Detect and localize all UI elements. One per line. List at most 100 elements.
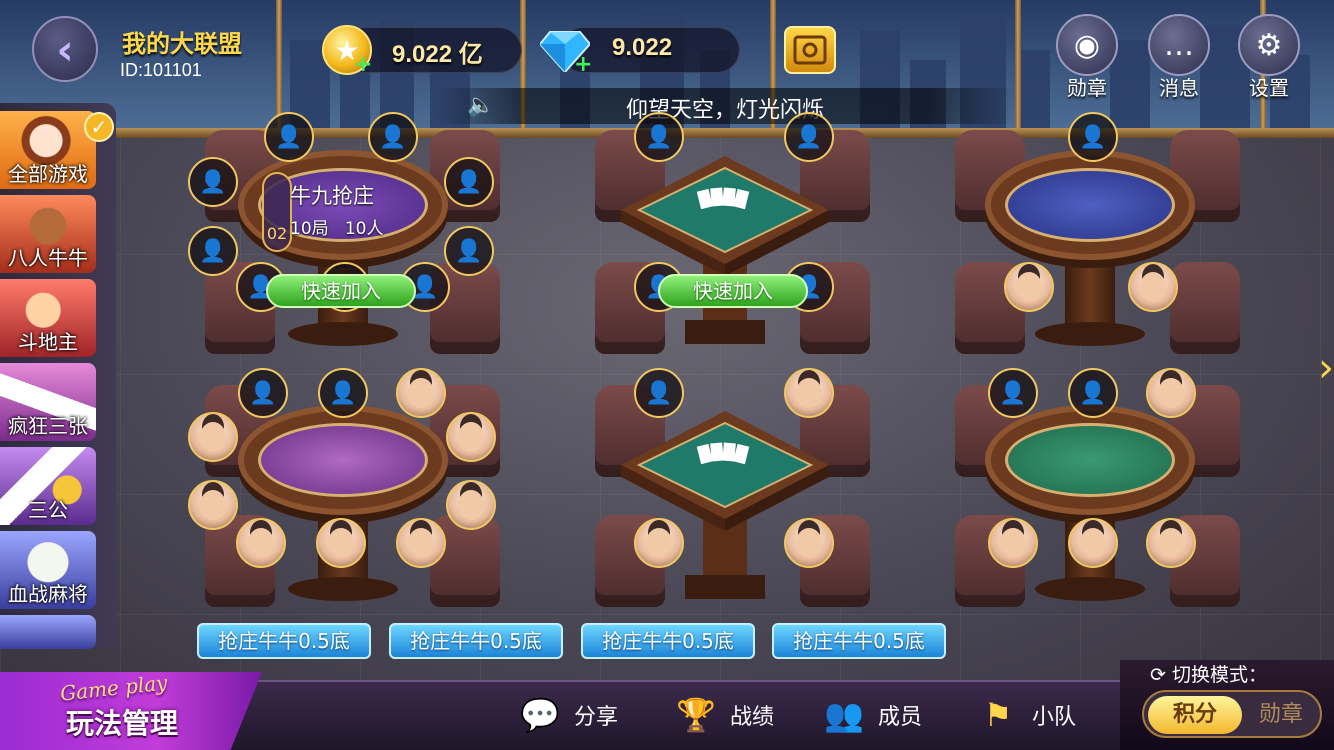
rule-button[interactable]: 抢庄牛牛0.5底 (772, 623, 946, 659)
category-all-games[interactable]: 全部游戏 (0, 111, 96, 189)
empty-seat[interactable]: 👤 (188, 157, 238, 207)
avatar-face-icon (796, 528, 822, 558)
empty-seat[interactable]: 👤 (318, 368, 368, 418)
add-user-icon: 👤 (1079, 124, 1107, 150)
add-user-icon: 👤 (999, 380, 1027, 406)
empty-seat[interactable]: 👤 (238, 368, 288, 418)
notice-bar: 🔈 仰望天空，灯光闪烁 (435, 88, 1015, 124)
empty-seat[interactable]: 👤 (1068, 368, 1118, 418)
rule-button[interactable]: 抢庄牛牛0.5底 (197, 623, 371, 659)
rule-button[interactable]: 抢庄牛牛0.5底 (389, 623, 563, 659)
category-label: 八人牛牛 (8, 246, 88, 270)
empty-seat[interactable]: 👤 (1068, 112, 1118, 162)
game-table[interactable] (615, 405, 835, 605)
settings-button[interactable]: ⚙ 设置 (1234, 14, 1304, 101)
add-user-icon: 👤 (1079, 380, 1107, 406)
category-san-gong[interactable]: 三公 (0, 447, 96, 525)
members-button[interactable]: 👥 成员 (816, 690, 922, 740)
quick-join-button[interactable]: 快速加入 (266, 274, 416, 308)
player-avatar[interactable] (188, 480, 238, 530)
empty-seat[interactable]: 👤 (264, 112, 314, 162)
team-button[interactable]: ⚑ 小队 (970, 690, 1076, 740)
club-name: 我的大联盟 (122, 30, 242, 58)
mode-toggle[interactable]: 积分 勋章 (1142, 690, 1322, 738)
safe-icon (793, 35, 827, 65)
empty-seat[interactable]: 👤 (988, 368, 1038, 418)
flag-icon: ⚑ (983, 696, 1013, 734)
medal-button[interactable]: ◉ 勋章 (1052, 14, 1122, 101)
empty-seat[interactable]: 👤 (784, 112, 834, 162)
empty-seat[interactable]: 👤 (188, 226, 238, 276)
table-index: 02 (262, 172, 292, 252)
category-crazy-three[interactable]: 疯狂三张 (0, 363, 96, 441)
player-avatar[interactable] (1068, 518, 1118, 568)
share-button[interactable]: 💬 分享 (512, 690, 618, 740)
safe-box-button[interactable] (784, 26, 836, 74)
records-button[interactable]: 🏆 战绩 (668, 690, 774, 740)
empty-seat[interactable]: 👤 (444, 226, 494, 276)
message-label: 消息 (1159, 76, 1199, 100)
empty-seat[interactable]: 👤 (444, 157, 494, 207)
empty-seat[interactable]: 👤 (368, 112, 418, 162)
club-id: ID:101101 (120, 60, 202, 80)
gold-amount: 9.022 亿 (392, 41, 483, 68)
category-landlord[interactable]: 斗地主 (0, 279, 96, 357)
player-avatar[interactable] (396, 518, 446, 568)
trophy-icon: 🏆 (676, 696, 716, 734)
player-avatar[interactable] (1128, 262, 1178, 312)
add-user-icon: 👤 (249, 380, 277, 406)
empty-seat[interactable]: 👤 (634, 368, 684, 418)
category-eight-bull[interactable]: 八人牛牛 (0, 195, 96, 273)
player-avatar[interactable] (1146, 368, 1196, 418)
table-top (238, 405, 448, 515)
settings-label: 设置 (1249, 76, 1289, 100)
avatar-face-icon (458, 422, 484, 452)
category-mahjong[interactable]: 血战麻将 (0, 531, 96, 609)
player-avatar[interactable] (236, 518, 286, 568)
add-user-icon: 👤 (455, 169, 483, 195)
medal-label: 勋章 (1067, 76, 1107, 100)
add-user-icon: 👤 (645, 124, 673, 150)
game-table[interactable] (238, 405, 448, 601)
player-avatar[interactable] (1146, 518, 1196, 568)
mode-points-option[interactable]: 积分 (1148, 696, 1242, 734)
wechat-icon: 💬 (520, 696, 560, 734)
player-avatar[interactable] (1004, 262, 1054, 312)
game-table[interactable] (985, 150, 1195, 346)
table-meta: 10局 10人 (290, 214, 450, 239)
game-table[interactable] (615, 150, 835, 350)
table-leg (1065, 260, 1115, 330)
message-button[interactable]: … 消息 (1144, 14, 1214, 101)
add-gold-icon[interactable]: + (354, 52, 372, 77)
mode-title-text: 切换模式： (1171, 664, 1267, 686)
player-avatar[interactable] (188, 412, 238, 462)
message-icon: … (1148, 14, 1210, 76)
table-felt (1005, 423, 1175, 497)
game-play-manage-button[interactable]: Game play 玩法管理 (0, 672, 262, 750)
player-avatar[interactable] (446, 480, 496, 530)
quick-join-button[interactable]: 快速加入 (658, 274, 808, 308)
add-user-icon: 👤 (379, 124, 407, 150)
category-more[interactable] (0, 615, 96, 649)
add-user-icon: 👤 (645, 380, 673, 406)
player-avatar[interactable] (634, 518, 684, 568)
add-diamond-icon[interactable]: + (574, 52, 592, 77)
player-avatar[interactable] (784, 368, 834, 418)
category-label: 三公 (28, 498, 68, 522)
avatar-face-icon (248, 528, 274, 558)
empty-seat[interactable]: 👤 (634, 112, 684, 162)
table-rounds: 10局 (290, 219, 329, 239)
switch-icon: ⟳ (1150, 664, 1166, 686)
player-avatar[interactable] (316, 518, 366, 568)
game-table[interactable] (985, 405, 1195, 601)
chevron-right-icon[interactable]: › (1318, 345, 1334, 391)
player-avatar[interactable] (988, 518, 1038, 568)
add-user-icon: 👤 (199, 169, 227, 195)
mode-medal-option[interactable]: 勋章 (1242, 696, 1320, 734)
player-avatar[interactable] (446, 412, 496, 462)
player-avatar[interactable] (396, 368, 446, 418)
player-avatar[interactable] (784, 518, 834, 568)
back-button[interactable]: ‹ (32, 16, 98, 82)
rule-button[interactable]: 抢庄牛牛0.5底 (581, 623, 755, 659)
table-base (288, 577, 398, 601)
